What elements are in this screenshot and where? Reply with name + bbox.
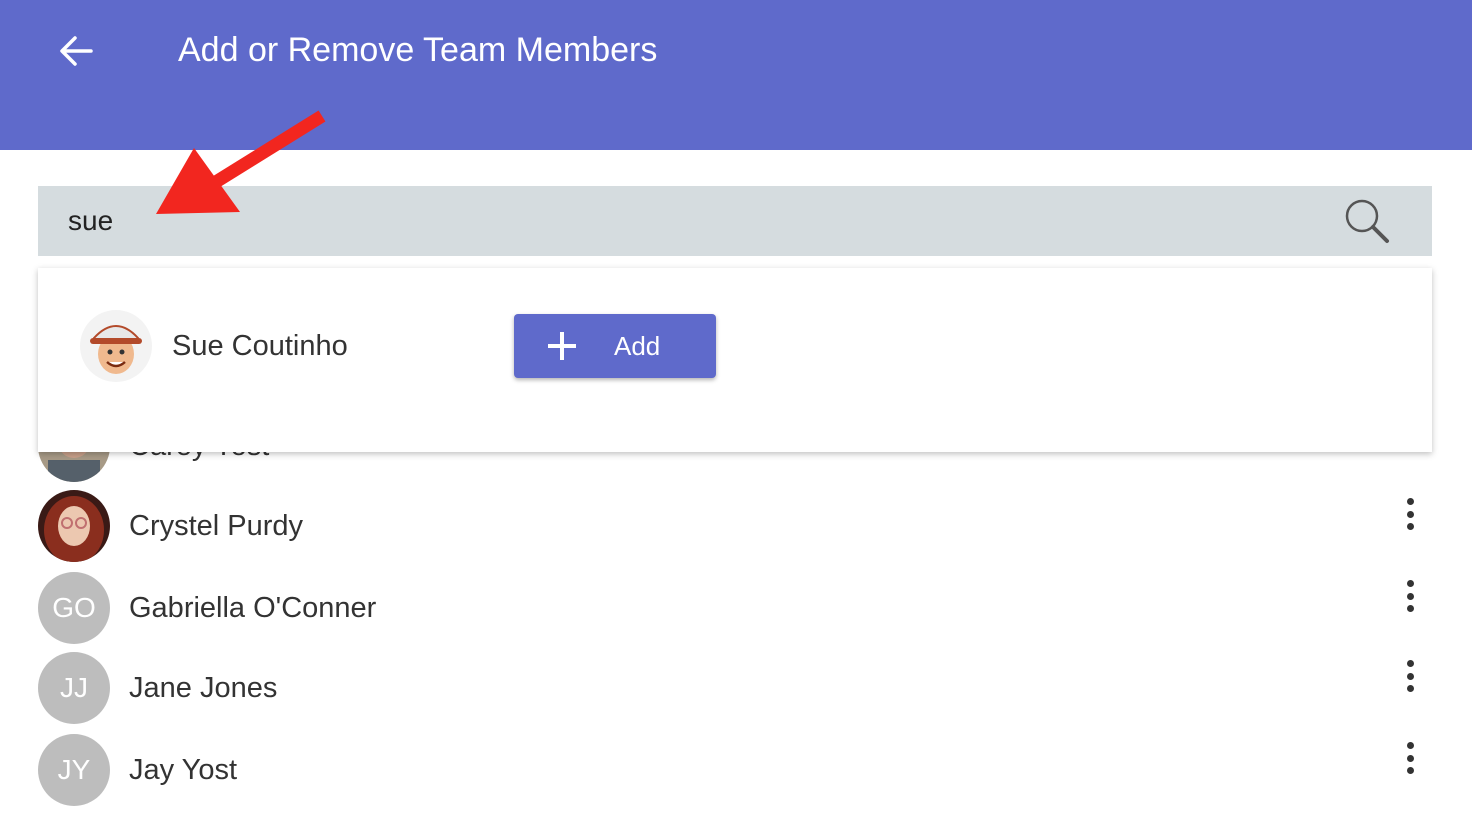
avatar: JJ xyxy=(38,652,110,724)
search-results-dropdown: Sue Coutinho Add xyxy=(38,268,1432,452)
more-options-button[interactable] xyxy=(1394,656,1426,696)
member-name: Jay Yost xyxy=(129,754,238,786)
arrow-left-icon xyxy=(60,36,93,66)
search-input[interactable] xyxy=(68,199,1308,243)
cartoon-avatar xyxy=(80,310,152,382)
member-name: Crystel Purdy xyxy=(129,510,304,542)
app-header: Add or Remove Team Members xyxy=(0,0,1472,150)
avatar xyxy=(38,490,110,562)
add-member-button[interactable]: Add xyxy=(514,314,716,378)
member-row: GO Gabriella O'Conner xyxy=(38,572,1432,644)
member-row: JJ Jane Jones xyxy=(38,652,1432,724)
plus-icon xyxy=(548,332,576,360)
search-bar xyxy=(38,186,1432,256)
page-title: Add or Remove Team Members xyxy=(178,31,658,69)
member-name: Jane Jones xyxy=(129,672,278,704)
more-options-button[interactable] xyxy=(1394,494,1426,534)
member-row: Crystel Purdy xyxy=(38,490,1432,562)
more-options-button[interactable] xyxy=(1394,576,1426,616)
add-button-label: Add xyxy=(614,331,661,361)
more-options-button[interactable] xyxy=(1394,738,1426,778)
member-name: Gabriella O'Conner xyxy=(129,592,377,624)
search-icon[interactable] xyxy=(1342,196,1392,246)
avatar: JY xyxy=(38,734,110,806)
back-button[interactable] xyxy=(50,28,102,74)
member-row: JY Jay Yost xyxy=(38,734,1432,806)
avatar: GO xyxy=(38,572,110,644)
search-result-name: Sue Coutinho xyxy=(172,330,348,362)
